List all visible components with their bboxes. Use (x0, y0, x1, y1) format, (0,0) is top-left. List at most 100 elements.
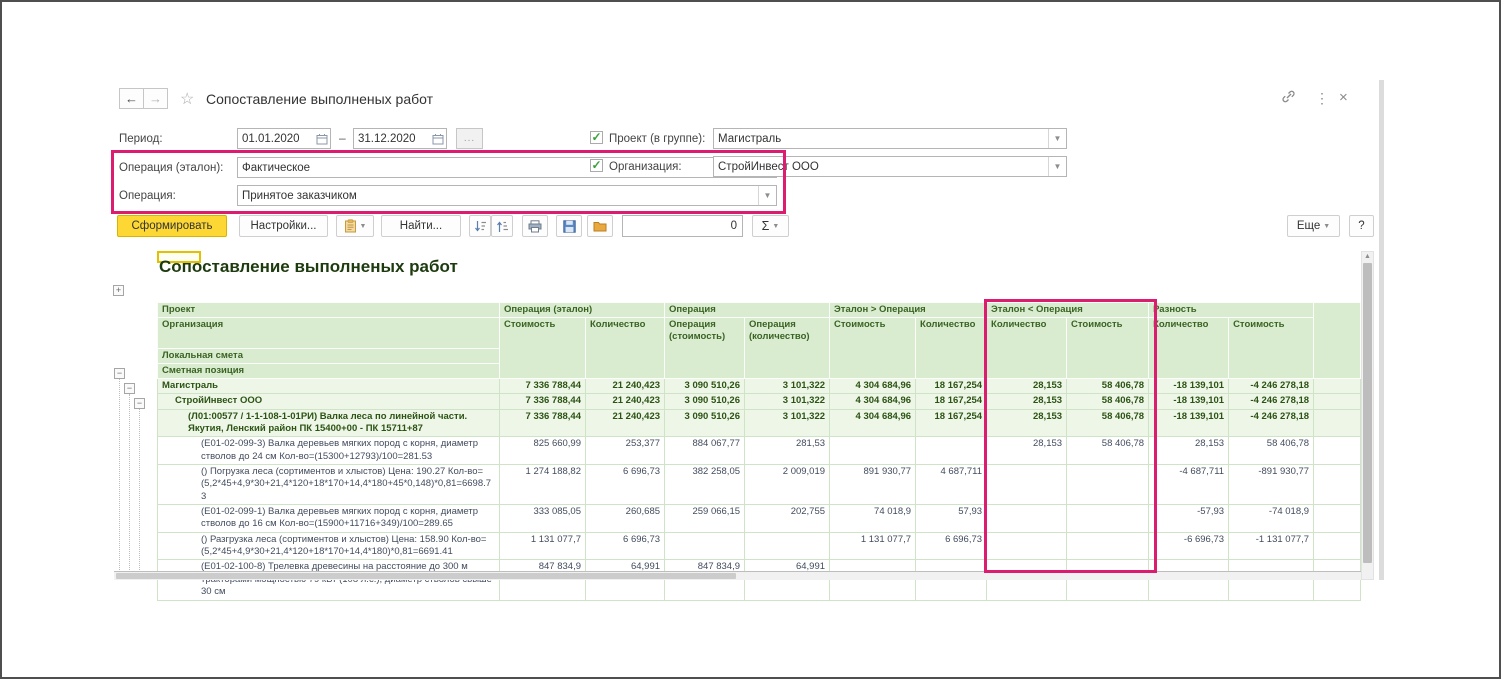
row-value-cell[interactable]: 3 090 510,26 (665, 379, 745, 394)
row-value-cell[interactable]: 6 696,73 (586, 465, 665, 505)
period-from-field[interactable] (237, 128, 331, 149)
calendar-icon[interactable] (430, 133, 446, 145)
row-value-cell[interactable]: 28,153 (987, 394, 1067, 409)
header-estimate-position[interactable]: Сметная позиция (158, 364, 500, 379)
row-value-cell[interactable] (1067, 532, 1149, 560)
row-value-cell[interactable]: 58 406,78 (1229, 437, 1314, 465)
row-filler-cell[interactable] (1314, 409, 1361, 437)
row-value-cell[interactable]: 202,755 (745, 505, 830, 533)
header-group-op[interactable]: Операция (665, 303, 830, 318)
row-value-cell[interactable]: 1 274 188,82 (500, 465, 586, 505)
horizontal-scrollbar[interactable] (114, 571, 1361, 580)
row-value-cell[interactable]: -57,93 (1149, 505, 1229, 533)
header-filler[interactable] (1314, 303, 1361, 379)
row-filler-cell[interactable] (1314, 465, 1361, 505)
header-col[interactable]: Количество (586, 318, 665, 379)
header-col[interactable]: Стоимость (1229, 318, 1314, 379)
row-value-cell[interactable] (1067, 465, 1149, 505)
row-value-cell[interactable]: -1 131 077,7 (1229, 532, 1314, 560)
row-value-cell[interactable]: 21 240,423 (586, 379, 665, 394)
table-row[interactable]: (Л01:00577 / 1-1-108-1-01РИ) Валка леса … (158, 409, 1361, 437)
row-value-cell[interactable] (665, 532, 745, 560)
expand-groups-button[interactable] (491, 215, 513, 237)
print-button[interactable] (522, 215, 548, 237)
row-value-cell[interactable]: 4 304 684,96 (830, 379, 916, 394)
row-value-cell[interactable]: -891 930,77 (1229, 465, 1314, 505)
project-field[interactable]: ▼ (713, 128, 1067, 149)
row-value-cell[interactable]: 3 090 510,26 (665, 409, 745, 437)
calendar-icon[interactable] (314, 133, 330, 145)
row-filler-cell[interactable] (1314, 505, 1361, 533)
row-value-cell[interactable]: 2 009,019 (745, 465, 830, 505)
row-value-cell[interactable]: 21 240,423 (586, 394, 665, 409)
header-group-op-etalon[interactable]: Операция (эталон) (500, 303, 665, 318)
expand-plus-icon[interactable]: + (113, 285, 124, 296)
row-name-cell[interactable]: (Л01:00577 / 1-1-108-1-01РИ) Валка леса … (158, 409, 500, 437)
row-name-cell[interactable]: (Е01-02-099-3) Валка деревьев мягких пор… (158, 437, 500, 465)
row-name-cell[interactable]: Магистраль (158, 379, 500, 394)
row-value-cell[interactable] (987, 532, 1067, 560)
row-value-cell[interactable]: 4 304 684,96 (830, 409, 916, 437)
header-col[interactable]: Количество (987, 318, 1067, 379)
row-value-cell[interactable]: 58 406,78 (1067, 394, 1149, 409)
row-value-cell[interactable]: 3 101,322 (745, 409, 830, 437)
period-to-field[interactable] (353, 128, 447, 149)
op-input[interactable] (238, 190, 758, 202)
row-value-cell[interactable]: 7 336 788,44 (500, 409, 586, 437)
row-value-cell[interactable]: -18 139,101 (1149, 394, 1229, 409)
row-filler-cell[interactable] (1314, 532, 1361, 560)
row-value-cell[interactable]: -4 246 278,18 (1229, 379, 1314, 394)
link-icon[interactable] (1281, 89, 1296, 107)
sum-dropdown-button[interactable]: Σ ▼ (752, 215, 789, 237)
row-value-cell[interactable]: -4 687,711 (1149, 465, 1229, 505)
vertical-scrollbar[interactable]: ▲ (1361, 251, 1374, 580)
header-col[interactable]: Операция (количество) (745, 318, 830, 379)
header-local-estimate[interactable]: Локальная смета (158, 349, 500, 364)
close-icon[interactable]: × (1339, 89, 1348, 106)
kebab-menu-icon[interactable]: ⋮ (1315, 90, 1329, 107)
row-name-cell[interactable]: () Разгрузка леса (сортиментов и хлыстов… (158, 532, 500, 560)
row-value-cell[interactable]: 7 336 788,44 (500, 379, 586, 394)
row-value-cell[interactable]: 28,153 (987, 379, 1067, 394)
more-button[interactable]: Еще ▼ (1287, 215, 1340, 237)
save-button[interactable] (556, 215, 582, 237)
row-value-cell[interactable]: 253,377 (586, 437, 665, 465)
scroll-up-icon[interactable]: ▲ (1364, 253, 1371, 260)
row-value-cell[interactable] (987, 505, 1067, 533)
row-value-cell[interactable]: 1 131 077,7 (500, 532, 586, 560)
row-value-cell[interactable]: 58 406,78 (1067, 437, 1149, 465)
settings-button[interactable]: Настройки... (239, 215, 328, 237)
period-to-input[interactable] (354, 133, 430, 145)
row-filler-cell[interactable] (1314, 394, 1361, 409)
org-input[interactable] (714, 161, 1048, 173)
header-org[interactable]: Организация (158, 318, 500, 349)
project-input[interactable] (714, 133, 1048, 145)
table-row[interactable]: Магистраль7 336 788,4421 240,4233 090 51… (158, 379, 1361, 394)
row-filler-cell[interactable] (1314, 379, 1361, 394)
row-value-cell[interactable]: 7 336 788,44 (500, 394, 586, 409)
row-value-cell[interactable]: 3 101,322 (745, 394, 830, 409)
row-value-cell[interactable]: 382 258,05 (665, 465, 745, 505)
row-value-cell[interactable]: 4 304 684,96 (830, 394, 916, 409)
row-value-cell[interactable]: 74 018,9 (830, 505, 916, 533)
row-name-cell[interactable]: () Погрузка леса (сортиментов и хлыстов)… (158, 465, 500, 505)
header-col[interactable]: Стоимость (830, 318, 916, 379)
collapse-minus-icon[interactable]: − (114, 368, 125, 379)
row-value-cell[interactable]: 58 406,78 (1067, 409, 1149, 437)
row-value-cell[interactable]: 18 167,254 (916, 379, 987, 394)
row-value-cell[interactable]: 260,685 (586, 505, 665, 533)
row-value-cell[interactable]: 259 066,15 (665, 505, 745, 533)
help-button[interactable]: ? (1349, 215, 1374, 237)
row-value-cell[interactable]: 28,153 (987, 437, 1067, 465)
table-row[interactable]: (Е01-02-099-1) Валка деревьев мягких пор… (158, 505, 1361, 533)
row-value-cell[interactable]: 28,153 (1149, 437, 1229, 465)
row-value-cell[interactable]: 18 167,254 (916, 409, 987, 437)
collapse-groups-button[interactable] (469, 215, 491, 237)
row-value-cell[interactable]: 18 167,254 (916, 394, 987, 409)
find-button[interactable]: Найти... (381, 215, 461, 237)
row-value-cell[interactable]: -4 246 278,18 (1229, 394, 1314, 409)
header-group-etalon-lt[interactable]: Эталон < Операция (987, 303, 1149, 318)
back-button[interactable]: ← (119, 88, 144, 109)
header-col[interactable]: Стоимость (500, 318, 586, 379)
generate-button[interactable]: Сформировать (117, 215, 227, 237)
